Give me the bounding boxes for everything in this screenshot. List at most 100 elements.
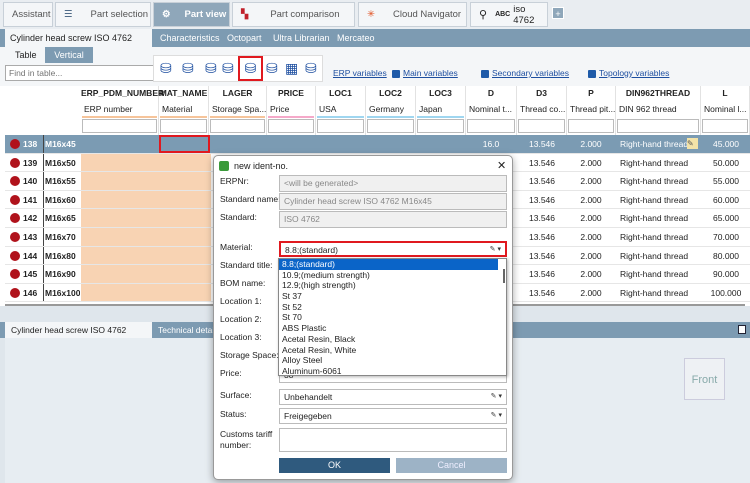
db-sort-icon[interactable]: ⛁ — [305, 60, 319, 76]
table-icon[interactable]: ▦ — [285, 60, 299, 76]
column-name: DIN962THREAD — [625, 88, 691, 98]
column-color-bar — [417, 116, 464, 118]
cell-thread: Right-hand thread — [620, 269, 689, 280]
sub-tab-octopart[interactable]: Octopart — [222, 29, 267, 47]
tab-table[interactable]: Table — [5, 47, 45, 63]
material-value: 8.8;(standard) — [285, 245, 338, 255]
column-filter-input[interactable] — [518, 119, 565, 133]
material-option[interactable]: ABS Plastic — [279, 323, 498, 334]
material-option[interactable]: St 70 — [279, 312, 498, 323]
sub-tab-part[interactable]: Cylinder head screw ISO 4762 M16x45 — [5, 29, 152, 61]
tab-assistant[interactable]: Assistant — [3, 2, 53, 27]
maximize-icon[interactable] — [738, 325, 746, 334]
column-filter-input[interactable] — [417, 119, 464, 133]
ok-button[interactable]: OK — [279, 458, 390, 473]
db-icon[interactable]: ⛁ — [205, 60, 219, 76]
material-cell-highlight[interactable] — [159, 135, 210, 153]
column-header[interactable]: D Nominal t... — [466, 86, 517, 135]
tab-part-view[interactable]: ⚙ Part view — [153, 2, 230, 27]
bottom-tab-technical[interactable]: Technical detai — [158, 322, 214, 338]
db-user-icon[interactable]: ⛁ — [182, 60, 196, 76]
erp-variables-toggle[interactable]: ERP variables — [322, 68, 387, 78]
column-filter-input[interactable] — [568, 119, 614, 133]
main-variables-toggle[interactable]: Main variables — [392, 68, 458, 78]
add-tab-button[interactable]: + — [552, 7, 564, 19]
column-filter-input[interactable] — [702, 119, 748, 133]
column-header[interactable]: D3 Thread co... — [517, 86, 567, 135]
row-name: M16x50 — [43, 153, 76, 172]
checkbox-icon — [588, 69, 596, 78]
chevron-down-icon[interactable]: ✎ ▾ — [491, 409, 502, 423]
column-filter-input[interactable] — [210, 119, 265, 133]
dialog-app-icon — [219, 161, 229, 171]
material-option[interactable]: Aluminum-6061 — [279, 366, 498, 377]
tab-part-selection[interactable]: ☰ Part selection — [55, 2, 151, 27]
column-header[interactable]: ERP_PDM_NUMBER ERP number — [81, 86, 164, 135]
customs-field[interactable] — [279, 428, 507, 452]
material-option[interactable]: 8.8;(standard) — [279, 259, 498, 270]
material-option[interactable]: 12.9;(high strength) — [279, 280, 498, 291]
column-header[interactable]: LOC1 USA — [316, 86, 366, 135]
cell-l: 80.000 — [713, 250, 739, 261]
db-query-icon[interactable]: ⛁ — [266, 60, 280, 76]
erp-cells — [81, 246, 211, 265]
edit-icon[interactable]: ✎ — [687, 138, 698, 149]
erpnr-label: ERPNr: — [220, 176, 249, 186]
dropdown-scrollbar[interactable] — [503, 269, 505, 283]
tab-cloud-navigator[interactable]: ✳ Cloud Navigator — [358, 2, 467, 27]
row-number: 141 — [23, 194, 38, 205]
db-key-icon[interactable]: ⛁ — [160, 60, 174, 76]
column-header[interactable]: MAT_NAME Material — [159, 86, 209, 135]
sub-tab-mercateo[interactable]: Mercateo — [332, 29, 380, 47]
column-header[interactable]: PRICE Price — [267, 86, 316, 135]
topology-variables-toggle[interactable]: Topology variables — [588, 68, 669, 78]
close-icon[interactable]: ✕ — [497, 159, 506, 172]
material-combobox[interactable]: 8.8;(standard) ✎ ▾ — [279, 241, 507, 257]
cell-p: 2.000 — [580, 287, 602, 298]
network-icon: ✳ — [367, 9, 375, 20]
material-option[interactable]: 10.9;(medium strength) — [279, 270, 498, 281]
material-dropdown-list[interactable]: 8.8;(standard) 10.9;(medium strength) 12.9… — [278, 258, 507, 376]
chevron-down-icon[interactable]: ✎ ▾ — [490, 243, 501, 257]
column-filter-input[interactable] — [367, 119, 414, 133]
tab-search[interactable]: ⚲ ABC iso 4762 — [470, 2, 548, 27]
column-filter-input[interactable] — [268, 119, 314, 133]
chevron-down-icon[interactable]: ✎ ▾ — [491, 390, 502, 404]
material-option[interactable]: Acetal Resin, White — [279, 345, 498, 356]
table-row[interactable]: 138 M16x45 16.0 13.546 2.000 Right-hand … — [5, 135, 750, 154]
status-combobox[interactable]: Freigegeben ✎ ▾ — [279, 408, 507, 424]
column-header[interactable]: LOC2 Germany — [366, 86, 416, 135]
column-filter-input[interactable] — [467, 119, 515, 133]
sub-tab-ultra-librarian[interactable]: Ultra Librarian — [268, 29, 335, 47]
find-in-table-input[interactable] — [5, 65, 160, 81]
status-dot-icon — [10, 139, 20, 149]
column-filter-input[interactable] — [82, 119, 157, 133]
secondary-variables-toggle[interactable]: Secondary variables — [481, 68, 569, 78]
column-filter-input[interactable] — [160, 119, 207, 133]
material-option[interactable]: St 52 — [279, 302, 498, 313]
column-filter-input[interactable] — [317, 119, 364, 133]
new-ident-button[interactable]: ⛁ — [238, 56, 263, 81]
tab-vertical[interactable]: Vertical — [45, 47, 93, 63]
db-copy-icon[interactable]: ⛁ — [222, 60, 236, 76]
view-cube[interactable]: Front — [684, 358, 725, 400]
tab-part-comparison[interactable]: ▚ Part comparison — [232, 2, 355, 27]
bottom-tab-part[interactable]: Cylinder head screw ISO 4762 M16x45 — [5, 322, 152, 351]
cell-p: 2.000 — [580, 139, 602, 149]
sub-tab-characteristics[interactable]: Characteristics — [155, 29, 225, 47]
column-desc: ERP number — [84, 104, 133, 114]
column-header[interactable]: LAGER Storage Spa... — [209, 86, 267, 135]
row-name: M16x55 — [43, 172, 76, 190]
column-header[interactable]: LOC3 Japan — [416, 86, 466, 135]
column-header[interactable]: DIN962THREAD DIN 962 thread — [616, 86, 701, 135]
material-option[interactable]: Alloy Steel — [279, 355, 498, 366]
column-filter-input[interactable] — [617, 119, 699, 133]
row-name: M16x70 — [43, 228, 76, 246]
column-header[interactable]: L Nominal l... — [701, 86, 750, 135]
cancel-button[interactable]: Cancel — [396, 458, 507, 473]
material-option[interactable]: St 37 — [279, 291, 498, 302]
material-option[interactable]: Acetal Resin, Black — [279, 334, 498, 345]
surface-combobox[interactable]: Unbehandelt ✎ ▾ — [279, 389, 507, 405]
column-header[interactable]: P Thread pit... — [567, 86, 616, 135]
erp-cells — [81, 153, 211, 172]
